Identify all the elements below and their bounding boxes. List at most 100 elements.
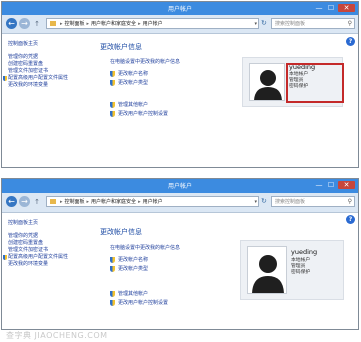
breadcrumb-control-panel[interactable]: 控制面板 [65,199,85,205]
account-username: yueding [291,248,318,256]
action-label: 更改帐户类型 [118,80,149,86]
action-label: 管理其他帐户 [118,102,149,108]
avatar [249,63,285,101]
secondary-actions: 管理其他帐户 更改用户帐户控制设置 [110,291,168,309]
title-bar: 用户帐户 — ☐ ✕ [2,2,358,15]
account-card: yueding 本地帐户 管理员 密码保护 [240,240,344,300]
uac-settings-link[interactable]: 更改用户帐户控制设置 [110,300,168,309]
uac-shield-icon [110,102,115,108]
page-title: 更改帐户信息 [100,228,142,236]
uac-shield-icon [110,257,115,263]
minimize-button[interactable]: — [314,4,324,12]
highlight-box [286,63,344,103]
action-label: 更改帐户名称 [118,257,149,263]
sidebar-item-env-vars[interactable]: 更改我的环境变量 [8,261,73,268]
search-icon[interactable]: ⚲ [348,19,352,29]
back-arrow-icon[interactable]: ← [6,196,17,207]
uac-shield-icon [3,255,7,260]
address-dropdown-icon[interactable]: ▾ [254,197,257,206]
breadcrumb-user-accounts[interactable]: 用户帐户 [143,21,163,27]
sidebar-item-reset-disk[interactable]: 创建密码重置盘 [8,61,73,68]
up-arrow-icon[interactable]: ↑ [33,20,41,28]
close-button[interactable]: ✕ [338,4,355,12]
maximize-button[interactable]: ☐ [326,4,336,12]
uac-settings-link[interactable]: 更改用户帐户控制设置 [110,111,168,120]
sidebar-home-link[interactable]: 控制面板主页 [8,40,38,47]
sidebar: 控制面板主页 管理你的凭据 创建密码重置盘 管理文件加密证书 配置高级用户配置文… [2,34,92,167]
address-dropdown-icon[interactable]: ▾ [254,19,257,28]
action-label: 更改帐户名称 [118,71,149,77]
secondary-actions: 管理其他帐户 更改用户帐户控制设置 [110,102,168,120]
navigation-bar: ← → ↑ ▸ 控制面板 ▸ 用户帐户和家庭安全 ▸ 用户帐户 ▾ ↻ 搜索控制面板 ⚲ [2,15,358,34]
pc-settings-link[interactable]: 在电脑设置中更改我的帐户信息 [110,58,180,65]
pc-settings-link[interactable]: 在电脑设置中更改我的帐户信息 [110,244,180,251]
page-title: 更改帐户信息 [100,43,142,51]
change-type-link[interactable]: 更改帐户类型 [110,266,148,275]
search-placeholder: 搜索控制面板 [275,21,306,27]
crumb-separator: ▸ [138,199,141,205]
screenshot-before: 用户帐户 — ☐ ✕ ← → ↑ ▸ 控制面板 ▸ 用户帐户和家庭安全 ▸ 用户帐户 ▾ … [1,1,359,168]
forward-arrow-icon[interactable]: → [19,18,30,29]
sidebar-item-advanced-profile[interactable]: 配置高级用户配置文件属性 [3,75,68,82]
action-label: 更改用户帐户控制设置 [118,300,169,306]
sidebar-item-credentials[interactable]: 管理你的凭据 [8,54,73,61]
sidebar-item-label: 配置高级用户配置文件属性 [8,254,69,260]
forward-arrow-icon[interactable]: → [19,196,30,207]
sidebar-item-advanced-profile[interactable]: 配置高级用户配置文件属性 [3,254,68,261]
maximize-button[interactable]: ☐ [326,181,336,189]
back-arrow-icon[interactable]: ← [6,18,17,29]
breadcrumb-family-safety[interactable]: 用户帐户和家庭安全 [91,21,136,27]
window-title: 用户帐户 [167,6,192,13]
sidebar-item-credentials[interactable]: 管理你的凭据 [8,233,73,240]
uac-shield-icon [110,80,115,86]
manage-other-accounts-link[interactable]: 管理其他帐户 [110,102,168,111]
watermark: 查字典 JIAOCHENG.COM [6,331,108,340]
uac-shield-icon [110,266,115,272]
uac-shield-icon [110,71,115,77]
user-silhouette-icon [252,255,284,293]
crumb-separator: ▸ [138,21,141,27]
crumb-separator: ▸ [86,199,90,205]
sidebar-item-encryption-certs[interactable]: 管理文件加密证书 [8,68,73,75]
sidebar-home-link[interactable]: 控制面板主页 [8,219,38,226]
address-bar[interactable]: ▸ 控制面板 ▸ 用户帐户和家庭安全 ▸ 用户帐户 ▾ [46,196,259,207]
sidebar-item-reset-disk[interactable]: 创建密码重置盘 [8,240,73,247]
search-input[interactable]: 搜索控制面板 ⚲ [271,18,355,29]
close-button[interactable]: ✕ [338,181,355,189]
change-name-link[interactable]: 更改帐户名称 [110,71,148,80]
folder-icon [50,21,56,26]
sidebar-item-encryption-certs[interactable]: 管理文件加密证书 [8,247,73,254]
action-label: 更改帐户类型 [118,266,149,272]
change-type-link[interactable]: 更改帐户类型 [110,80,148,89]
sidebar-item-env-vars[interactable]: 更改我的环境变量 [8,82,73,89]
uac-shield-icon [110,291,115,297]
action-label: 管理其他帐户 [118,291,149,297]
search-input[interactable]: 搜索控制面板 ⚲ [271,196,355,207]
account-details: 本地帐户 管理员 密码保护 [291,258,310,276]
refresh-icon[interactable]: ↻ [261,19,267,27]
minimize-button[interactable]: — [314,181,324,189]
uac-shield-icon [110,111,115,117]
folder-icon [50,199,56,204]
address-bar[interactable]: ▸ 控制面板 ▸ 用户帐户和家庭安全 ▸ 用户帐户 ▾ [46,18,259,29]
search-placeholder: 搜索控制面板 [275,199,306,205]
account-password-status: 密码保护 [291,270,311,275]
uac-shield-icon [3,76,7,81]
manage-other-accounts-link[interactable]: 管理其他帐户 [110,291,168,300]
breadcrumb-user-accounts[interactable]: 用户帐户 [143,199,163,205]
navigation-bar: ← → ↑ ▸ 控制面板 ▸ 用户帐户和家庭安全 ▸ 用户帐户 ▾ ↻ 搜索控制面板 ⚲ [2,193,358,213]
breadcrumb-control-panel[interactable]: 控制面板 [65,21,85,27]
title-bar: 用户帐户 — ☐ ✕ [2,179,358,193]
sidebar-list: 管理你的凭据 创建密码重置盘 管理文件加密证书 配置高级用户配置文件属性 更改我… [3,54,73,89]
avatar [247,246,287,294]
crumb-separator: ▸ [60,21,63,27]
window-title: 用户帐户 [167,183,192,190]
refresh-icon[interactable]: ↻ [261,197,267,205]
breadcrumb-family-safety[interactable]: 用户帐户和家庭安全 [91,199,136,205]
action-label: 更改用户帐户控制设置 [118,111,169,117]
up-arrow-icon[interactable]: ↑ [33,198,41,206]
crumb-separator: ▸ [60,199,63,205]
change-name-link[interactable]: 更改帐户名称 [110,257,148,266]
uac-shield-icon [110,300,115,306]
search-icon[interactable]: ⚲ [348,197,352,207]
